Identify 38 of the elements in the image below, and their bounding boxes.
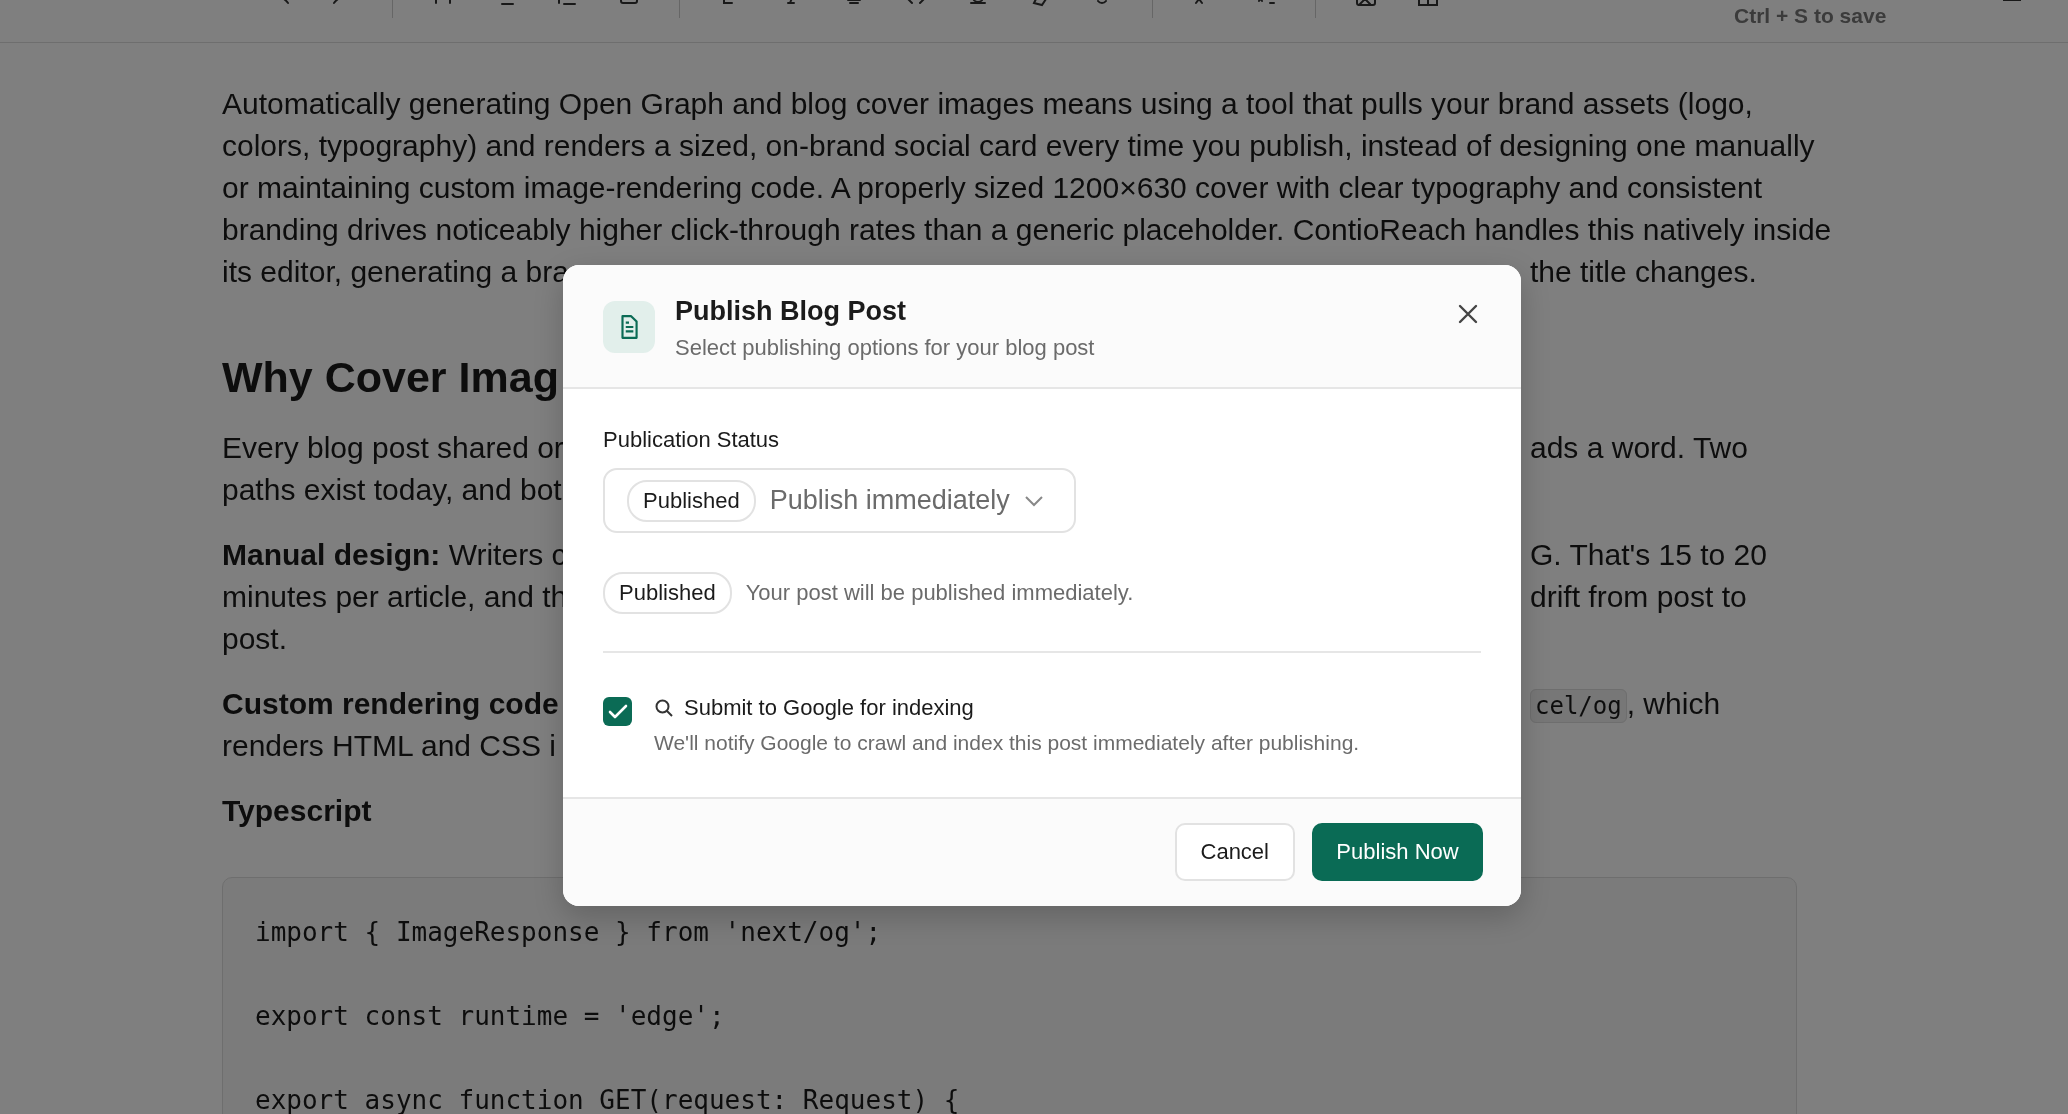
status-badge: Published — [603, 572, 732, 614]
paragraph-text: Every blog post shared or — [222, 430, 564, 466]
paragraph-text: or maintaining custom image-rendering code. A properly sized 1200×630 cover with clear typography and consistent — [222, 170, 1763, 206]
section-heading: Why Cover Imag — [222, 352, 559, 403]
checkbox-label: Submit to Google for indexing — [684, 694, 974, 722]
paragraph-text: G. That's 15 to 20 — [1530, 538, 1767, 571]
paragraph-text: branding drives noticeably higher click-through rates than a generic placeholder. ContioReach handles this natively inside — [222, 212, 1832, 248]
code-line: import { ImageResponse } from 'next/og'; — [255, 916, 882, 949]
inline-code: cel/og — [1530, 689, 1627, 723]
paragraph-text: , which — [1626, 687, 1721, 720]
paragraph-text: drift from post to — [1530, 580, 1747, 613]
paragraph-text: renders HTML and CSS i — [222, 728, 556, 764]
paragraph-text: post. — [222, 621, 288, 657]
document-icon — [603, 301, 655, 353]
paragraph-text: paths exist today, and bot — [222, 472, 562, 508]
check-icon — [607, 703, 628, 720]
close-icon — [1457, 303, 1479, 325]
status-badge: Published — [627, 479, 756, 522]
paragraph-text: colors, typography) and renders a sized, on-brand social card every time you publish, instead of designing one manually — [222, 128, 1815, 164]
paragraph-text: the title changes. — [1530, 255, 1757, 288]
code-line: export async function GET(request: Request) { — [255, 1084, 960, 1114]
dialog-title: Publish Blog Post — [675, 295, 907, 327]
code-line: export const runtime = 'edge'; — [255, 1000, 725, 1033]
status-description: Your post will be published immediately. — [745, 580, 1134, 606]
search-icon — [654, 698, 674, 718]
publish-button[interactable]: Publish Now — [1312, 823, 1483, 881]
field-label: Publication Status — [603, 426, 781, 454]
paragraph-text: Automatically generating Open Graph and blog cover images means using a tool that pulls your brand assets (logo, — [222, 86, 1753, 122]
indexing-checkbox[interactable] — [603, 697, 632, 726]
dialog-subtitle: Select publishing options for your blog post — [675, 334, 1095, 362]
subheading: Typescript — [222, 793, 372, 829]
checkbox-description: We'll notify Google to crawl and index this post immediately after publishing. — [654, 731, 1360, 755]
cancel-button[interactable]: Cancel — [1174, 823, 1295, 881]
paragraph-text: ads a word. Two — [1530, 431, 1748, 464]
paragraph-text: Custom rendering code — [222, 686, 559, 722]
save-shortcut-hint: Ctrl + S to save — [1734, 4, 1887, 28]
status-dropdown[interactable]: Published Publish immediately — [603, 468, 1076, 533]
chevron-down-icon — [1023, 494, 1044, 507]
